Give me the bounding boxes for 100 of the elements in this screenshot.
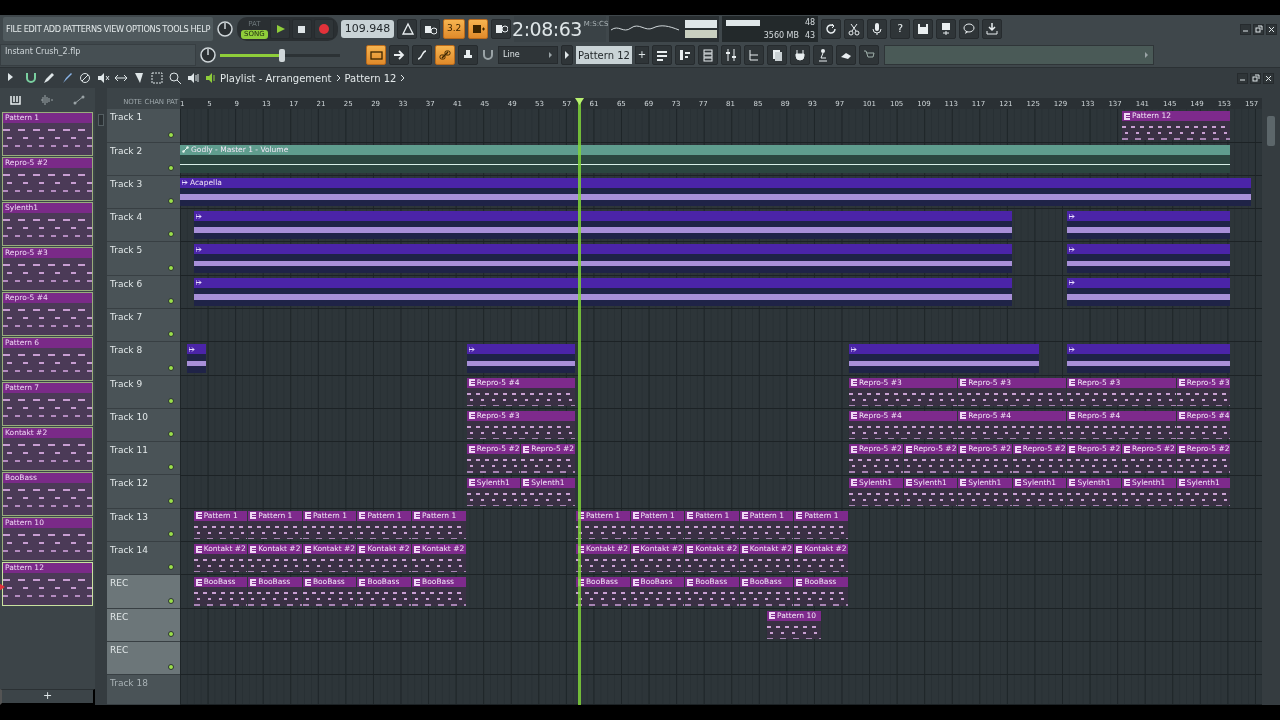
track-header[interactable]: Track 4 [107,209,180,243]
toggle-button[interactable] [468,19,489,39]
audio-clip[interactable] [193,211,1012,240]
select-icon[interactable] [150,71,164,85]
window-button[interactable] [1250,72,1261,84]
menu-item[interactable]: TOOLS [162,22,189,36]
toggle-button[interactable] [420,19,441,39]
track-enable-dot[interactable] [168,531,174,538]
menu-item[interactable]: ADD [43,22,61,36]
track-header[interactable]: REC [107,575,180,609]
track-header[interactable]: Track 11 [107,442,180,476]
previous-button[interactable] [561,45,573,65]
track-header[interactable]: REC [107,608,180,642]
track-enable-dot[interactable] [168,231,174,238]
track-header[interactable]: Track 3 [107,175,180,210]
toolbar-button[interactable] [813,45,833,65]
menu-item[interactable]: HELP [190,22,211,36]
stop-button[interactable] [291,19,312,39]
knob-icon[interactable] [216,20,235,38]
toolbar-button[interactable] [821,19,842,39]
track-header[interactable]: Track 6 [107,275,180,309]
toggle-button[interactable] [458,45,478,65]
volume-slider-thumb[interactable] [279,48,286,62]
track-enable-dot[interactable] [168,331,174,338]
play-button[interactable] [269,19,290,39]
breadcrumb-pattern[interactable]: Pattern 12 [344,70,397,86]
mute-icon[interactable] [96,71,110,85]
brush-icon[interactable] [60,71,74,85]
toolbar-button[interactable] [836,45,856,65]
track-header[interactable]: Track 1 [107,109,180,143]
track-header[interactable]: Track 8 [107,342,180,376]
toolbar-button[interactable] [867,19,888,39]
menu-item[interactable]: PATTERNS [62,22,102,36]
audio-clip[interactable] [1067,211,1231,240]
menu-item[interactable]: FILE [6,22,22,36]
tempo-display[interactable]: 109.948 [340,19,395,39]
help-button[interactable]: ? [890,19,911,39]
toolbar-button[interactable] [959,19,980,39]
track-header[interactable]: Track 5 [107,242,180,276]
window-button[interactable] [1253,23,1264,35]
track-enable-dot[interactable] [168,397,174,404]
audio-clip[interactable] [1067,344,1231,373]
knob-icon[interactable] [199,46,217,64]
toolbar-button[interactable] [698,45,718,65]
speaker-icon[interactable] [186,71,200,85]
track-enable-dot[interactable] [168,597,174,604]
pencil-icon[interactable] [42,71,56,85]
track-enable-dot[interactable] [168,164,174,171]
toolbar-button[interactable] [844,19,865,39]
toolbar-button[interactable] [936,19,957,39]
track-enable-dot[interactable] [168,198,174,205]
track-header[interactable]: REC [107,641,180,676]
scrollbar-thumb[interactable] [98,114,104,126]
track-enable-dot[interactable] [168,664,174,671]
track-header[interactable]: Track 9 [107,375,180,409]
toggle-button[interactable]: 3.2 [443,19,466,39]
track-enable-dot[interactable] [168,630,174,637]
toolbar-button[interactable] [675,45,695,65]
scrollbar-thumb[interactable] [1267,116,1275,146]
audio-clip[interactable] [193,277,1012,307]
toolbar-button[interactable] [790,45,810,65]
toolbar-button[interactable] [652,45,672,65]
track-enable-dot[interactable] [168,497,174,504]
add-pattern-button[interactable]: + [0,689,95,705]
menu-item[interactable]: VIEW [103,22,124,36]
audio-clip[interactable] [849,344,1040,373]
snap-dropdown[interactable]: Line [498,46,558,64]
track-enable-dot[interactable] [168,131,174,138]
toggle-button[interactable] [389,45,409,65]
track-enable-dot[interactable] [168,464,174,471]
track-header[interactable]: Track 10 [107,408,180,443]
toggle-button[interactable] [435,45,455,65]
track-enable-dot[interactable] [168,264,174,271]
toolbar-button[interactable] [767,45,787,65]
track-header[interactable]: Track 13 [107,508,180,543]
menu-item[interactable]: OPTIONS [125,22,161,36]
track-header[interactable]: Track 12 [107,475,180,509]
pattern-view-icon[interactable] [9,94,22,106]
track-header[interactable]: Track 18 [107,675,180,705]
toggle-button[interactable] [397,19,418,39]
toolbar-button[interactable] [913,19,934,39]
audio-clip[interactable] [1067,277,1231,307]
toggle-button[interactable] [412,45,432,65]
window-button[interactable] [1263,72,1274,84]
zoom-icon[interactable] [168,71,182,85]
menu-item[interactable]: EDIT [23,22,42,36]
toolbar-button[interactable] [721,45,741,65]
toggle-button[interactable] [491,19,512,39]
audio-clip[interactable] [466,344,575,373]
audio-clip[interactable] [193,244,1012,273]
toggle-button[interactable] [366,45,386,65]
delete-icon[interactable] [78,71,92,85]
magnet-icon[interactable] [24,71,38,85]
toolbar-button[interactable] [982,19,1003,39]
audio-clip[interactable] [1067,244,1231,273]
track-header[interactable]: Track 7 [107,309,180,343]
track-enable-dot[interactable] [168,431,174,438]
add-pattern-button[interactable]: + [635,46,649,64]
pattern-selector[interactable]: Pattern 12 [576,46,632,64]
track-enable-dot[interactable] [168,298,174,304]
